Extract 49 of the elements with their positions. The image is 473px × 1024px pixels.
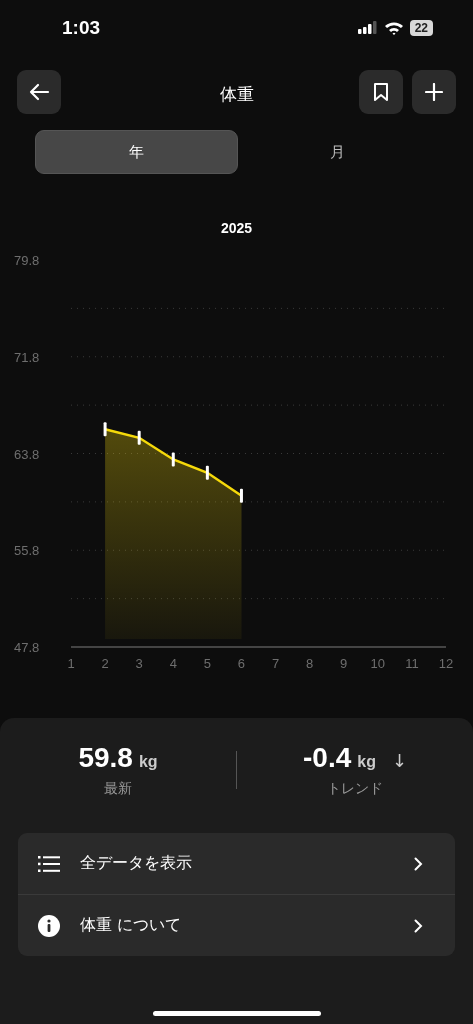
chevron-icon xyxy=(414,856,423,871)
back-arrow-icon xyxy=(28,83,50,101)
x-axis-label: 6 xyxy=(237,656,246,671)
y-axis-label: 71.8 xyxy=(14,349,40,365)
x-axis-label: 8 xyxy=(306,656,314,671)
period-tab[interactable]: 月 xyxy=(237,130,438,174)
status-time: 1:03 xyxy=(62,17,101,39)
stat-unit: kg xyxy=(357,753,376,771)
stat-unit: kg xyxy=(138,753,158,771)
list-icon xyxy=(38,855,60,872)
x-axis-label: 4 xyxy=(169,656,177,671)
data-point xyxy=(137,430,141,445)
signal-icon xyxy=(357,21,378,35)
x-axis-label: 1 xyxy=(67,656,75,671)
stat-value: -0.4 xyxy=(303,742,352,774)
x-axis-label: 2 xyxy=(101,656,109,671)
stat-label: トレンド xyxy=(327,780,383,798)
add-button[interactable] xyxy=(412,70,456,114)
y-axis-label: 63.8 xyxy=(14,446,40,462)
stat-value: 59.8 xyxy=(78,742,133,774)
menu-item[interactable]: 体重 について xyxy=(18,894,455,956)
x-axis-label: 12 xyxy=(438,656,454,671)
plus-icon xyxy=(425,83,443,101)
info-icon xyxy=(38,914,60,937)
data-point xyxy=(171,452,175,467)
bookmark-icon xyxy=(373,82,389,102)
x-axis-label: 11 xyxy=(405,656,419,671)
chevron-icon xyxy=(414,918,423,933)
y-axis-label: 55.8 xyxy=(14,543,40,559)
x-axis-label: 9 xyxy=(340,656,348,671)
stat-label: 最新 xyxy=(104,780,132,798)
battery-level: 22 xyxy=(409,20,433,36)
bookmark-button[interactable] xyxy=(359,70,403,114)
x-axis-label: 10 xyxy=(370,656,386,671)
data-point xyxy=(239,488,243,503)
y-axis-label: 47.8 xyxy=(14,640,40,655)
menu-item[interactable]: 全データを表示 xyxy=(18,833,455,894)
data-point xyxy=(205,465,209,480)
y-axis-label: 79.8 xyxy=(14,253,40,268)
data-point xyxy=(103,422,107,437)
x-axis-label: 5 xyxy=(203,656,211,671)
trend-arrow: ↓ xyxy=(391,750,407,771)
back-button[interactable] xyxy=(17,70,61,114)
page-title: 体重 xyxy=(219,83,254,106)
wifi-icon xyxy=(383,21,404,35)
x-axis-label: 7 xyxy=(271,656,280,671)
x-axis-label: 3 xyxy=(135,656,143,671)
period-tab[interactable]: 年 xyxy=(35,130,238,174)
chart-title: 2025 xyxy=(220,220,253,236)
